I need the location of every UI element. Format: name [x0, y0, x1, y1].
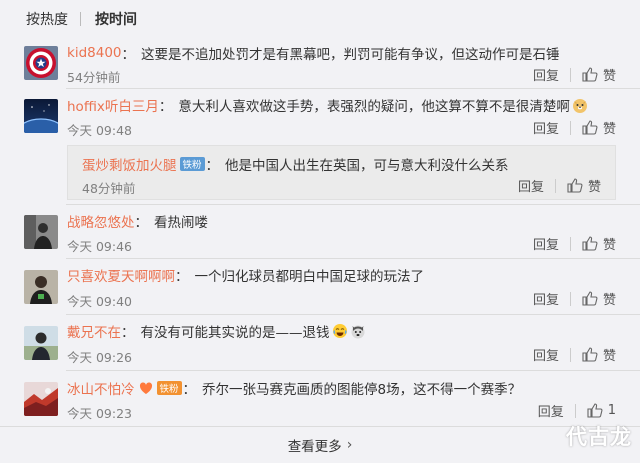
comment-actions: 回复 赞: [533, 234, 616, 253]
comment-body: hoffix听白三月：意大利人喜欢做这手势，表强烈的疑问，他这算不算不是很清楚啊: [67, 95, 588, 115]
reply-button[interactable]: 回复: [533, 118, 559, 137]
thumbs-up-icon[interactable]: [582, 291, 598, 306]
comment-body: 冰山不怕冷 铁粉 ：乔尔一张马赛克画质的图能停8场，这不得一个赛季？: [67, 378, 521, 398]
comment-body: 只喜欢夏天啊啊啊：一个归化球员都明白中国足球的玩法了: [67, 265, 424, 285]
avatar[interactable]: [24, 382, 58, 416]
like-button[interactable]: 赞: [603, 234, 616, 253]
comment-item: 戴兄不在：有没有可能其实说的是——退钱 今天 09:26 回复 赞: [0, 315, 640, 370]
like-button[interactable]: 赞: [603, 118, 616, 137]
abstract-red-avatar-icon: [24, 382, 58, 416]
watermark: 代古龙: [566, 425, 632, 449]
chevron-right-icon: ›: [346, 437, 353, 453]
captain-shield-avatar-icon: [24, 46, 58, 80]
username[interactable]: kid8400: [67, 45, 122, 61]
sub-reply-text: 他是中国人出生在英国，可与意大利没什么关系: [225, 158, 509, 174]
reply-button[interactable]: 回复: [533, 65, 559, 84]
fan-badge: 铁粉: [179, 157, 205, 171]
comment-time: 54分钟前: [67, 70, 121, 85]
username[interactable]: 冰山不怕冷: [67, 378, 135, 398]
person-outdoor-avatar-icon: [24, 326, 58, 360]
sort-by-time-tab[interactable]: 按时间: [95, 9, 137, 29]
avatar[interactable]: [24, 46, 58, 80]
username[interactable]: 戴兄不在: [67, 321, 121, 341]
reply-button[interactable]: 回复: [518, 176, 544, 195]
fan-badge: 铁粉: [156, 381, 182, 395]
comment-text: 看热闹喽: [154, 215, 208, 231]
laugh-cry-emoji-icon: [332, 324, 347, 338]
sub-reply-time: 48分钟前: [82, 181, 136, 196]
comment-time: 今天 09:40: [67, 294, 132, 309]
reply-button[interactable]: 回复: [533, 345, 559, 364]
like-count[interactable]: 1: [608, 403, 616, 418]
sort-by-hot-tab[interactable]: 按热度: [26, 9, 68, 29]
comment-actions: 回复 赞: [533, 345, 616, 364]
comment-item: 冰山不怕冷 铁粉 ：乔尔一张马赛克画质的图能停8场，这不得一个赛季？ 今天 09…: [0, 371, 640, 426]
sort-divider: [80, 12, 81, 26]
reply-button[interactable]: 回复: [533, 234, 559, 253]
comment-time: 今天 09:48: [67, 123, 132, 138]
comment-text: 意大利人喜欢做这手势，表强烈的疑问，他这算不算不是很清楚啊: [178, 99, 570, 115]
comment-actions: 回复 1: [538, 401, 616, 420]
like-button[interactable]: 赞: [588, 176, 601, 195]
thumbs-up-icon[interactable]: [567, 178, 583, 193]
comment-item: kid8400：这要是不追加处罚才是有黑幕吧，判罚可能有争议，但这动作可是石锤 …: [0, 38, 640, 88]
like-button[interactable]: 赞: [603, 289, 616, 308]
sub-reply: 蛋炒剩饭加火腿 铁粉 ：他是中国人出生在英国，可与意大利没什么关系 48分钟前 …: [67, 145, 616, 200]
sub-reply-body: 蛋炒剩饭加火腿 铁粉 ：他是中国人出生在英国，可与意大利没什么关系: [82, 154, 509, 174]
like-button[interactable]: 赞: [603, 345, 616, 364]
heart-level-icon: [139, 382, 152, 394]
avatar[interactable]: [24, 99, 58, 133]
comment-text: 这要是不追加处罚才是有黑幕吧，判罚可能有争议，但这动作可是石锤: [141, 47, 560, 63]
thumbs-up-icon[interactable]: [582, 347, 598, 362]
username[interactable]: hoffix听白三月: [67, 95, 159, 115]
thumbs-up-icon[interactable]: [587, 403, 603, 418]
comment-body: 战略忽悠处：看热闹喽: [67, 211, 208, 231]
avatar[interactable]: [24, 270, 58, 304]
husky-emoji-icon: [351, 325, 364, 339]
comment-body: 戴兄不在：有没有可能其实说的是——退钱: [67, 321, 366, 341]
comment-time: 今天 09:23: [67, 406, 132, 421]
comment-text: 乔尔一张马赛克画质的图能停8场，这不得一个赛季？: [202, 382, 522, 398]
username[interactable]: 只喜欢夏天啊啊啊: [67, 265, 175, 285]
person-bw-avatar-icon: [24, 215, 58, 249]
comment-actions: 回复 赞: [533, 118, 616, 137]
comment-text: 有没有可能其实说的是——退钱: [140, 325, 330, 341]
comment-actions: 回复 赞: [533, 65, 616, 84]
sort-bar: 按热度 按时间: [0, 0, 640, 38]
doge-emoji-icon: [572, 99, 587, 113]
view-more-label: 查看更多: [287, 439, 342, 455]
comment-item: 只喜欢夏天啊啊啊：一个归化球员都明白中国足球的玩法了 今天 09:40 回复 赞: [0, 259, 640, 314]
thumbs-up-icon[interactable]: [582, 67, 598, 82]
avatar[interactable]: [24, 215, 58, 249]
comment-time: 今天 09:46: [67, 239, 132, 254]
reply-button[interactable]: 回复: [533, 289, 559, 308]
comment-text: 一个归化球员都明白中国足球的玩法了: [194, 269, 425, 285]
comment-body: kid8400：这要是不追加处罚才是有黑幕吧，判罚可能有争议，但这动作可是石锤: [67, 45, 560, 63]
view-more-button[interactable]: 查看更多 ›: [0, 426, 640, 463]
earth-night-avatar-icon: [24, 99, 58, 133]
thumbs-up-icon[interactable]: [582, 236, 598, 251]
username[interactable]: 战略忽悠处: [67, 211, 135, 231]
avatar[interactable]: [24, 326, 58, 360]
sub-reply-actions: 回复 赞: [518, 176, 601, 195]
sub-reply-username[interactable]: 蛋炒剩饭加火腿: [82, 154, 177, 174]
person-dark-avatar-icon: [24, 270, 58, 304]
comment-actions: 回复 赞: [533, 289, 616, 308]
comment-item: 战略忽悠处：看热闹喽 今天 09:46 回复 赞: [0, 205, 640, 257]
comment-time: 今天 09:26: [67, 350, 132, 365]
reply-button[interactable]: 回复: [538, 401, 564, 420]
like-button[interactable]: 赞: [603, 65, 616, 84]
thumbs-up-icon[interactable]: [582, 120, 598, 135]
